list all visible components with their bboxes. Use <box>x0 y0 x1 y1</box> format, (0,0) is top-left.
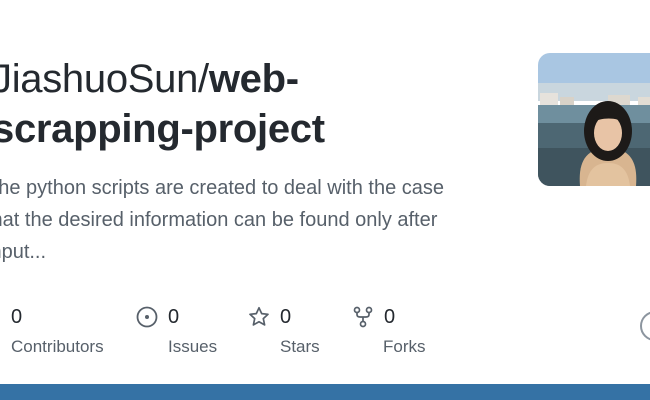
repo-description: The python scripts are created to deal w… <box>0 172 506 268</box>
forks-count: 0 <box>384 305 396 328</box>
stat-contributors[interactable]: 0 Contributors <box>11 303 104 357</box>
issues-count: 0 <box>168 305 180 328</box>
stars-label: Stars <box>280 337 320 356</box>
description-line-1: The python scripts are created to deal w… <box>0 177 445 199</box>
repo-title: JiashuoSun/web- scrapping-project <box>0 54 512 154</box>
fork-icon <box>352 306 374 328</box>
description-line-2: that the desired information can be foun… <box>0 209 438 231</box>
contributors-count: 0 <box>11 305 23 328</box>
repo-name-line1: web- <box>208 57 299 101</box>
stars-count: 0 <box>280 305 292 328</box>
description-line-3: input... <box>0 241 47 263</box>
stat-stars[interactable]: 0 Stars <box>248 303 320 357</box>
repo-owner: JiashuoSun/ <box>0 57 209 101</box>
issues-label: Issues <box>168 337 218 356</box>
issue-icon <box>136 306 158 328</box>
owner-avatar <box>538 53 650 186</box>
avatar-photo <box>538 53 650 186</box>
contributors-label: Contributors <box>11 337 104 356</box>
language-bar <box>0 384 650 400</box>
github-logo-icon <box>640 311 650 341</box>
stat-forks[interactable]: 0 Forks <box>352 303 426 357</box>
star-icon <box>248 306 270 328</box>
stat-issues[interactable]: 0 Issues <box>136 303 217 357</box>
repo-name-line2: scrapping-project <box>0 107 325 151</box>
forks-label: Forks <box>383 337 426 356</box>
